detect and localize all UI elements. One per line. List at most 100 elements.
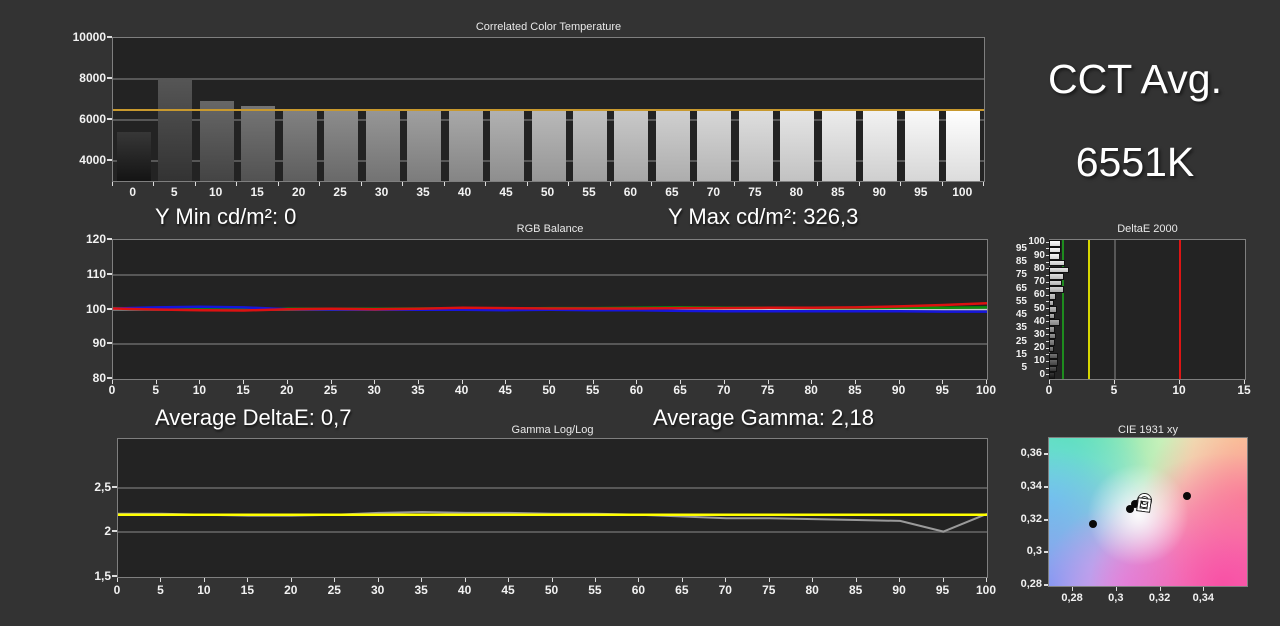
deltae-y-tick-label: 5: [1007, 362, 1027, 373]
cie-chart-title: CIE 1931 xy: [1048, 424, 1248, 436]
axis-tick-mark: [1244, 380, 1245, 384]
axis-tick-mark: [1046, 341, 1049, 342]
cie-chromaticity-background: [1049, 438, 1247, 586]
cct-bar: [780, 111, 814, 181]
cie-y-tick-label: 0,32: [1006, 513, 1042, 525]
axis-tick-mark: [943, 578, 944, 582]
gamma-x-tick-label: 30: [363, 583, 393, 597]
deltae-y-tick-label: 30: [1025, 329, 1045, 340]
cct-x-tick-label: 25: [325, 185, 355, 199]
cct-chart-plot: [112, 37, 985, 182]
deltae-bar: [1050, 340, 1054, 345]
cct-x-tick-label: 5: [159, 185, 189, 199]
rgb-x-tick-label: 60: [621, 383, 651, 397]
cct-y-tick-label: 4000: [58, 153, 106, 167]
gamma-y-tick-label: 2,5: [63, 480, 111, 494]
rgb-x-tick-label: 65: [665, 383, 695, 397]
axis-tick-mark: [1046, 288, 1049, 289]
axis-tick-mark: [855, 380, 856, 384]
deltae-y-tick-label: 80: [1025, 263, 1045, 274]
axis-tick-mark: [1044, 551, 1048, 553]
axis-tick-mark: [107, 308, 112, 310]
axis-tick-mark: [1072, 587, 1073, 591]
axis-tick-mark: [1046, 295, 1049, 296]
rgb-y-tick-label: 120: [58, 232, 106, 246]
cct-x-tick-label: 65: [657, 185, 687, 199]
axis-tick-mark: [595, 578, 596, 582]
deltae-y-tick-label: 85: [1007, 256, 1027, 267]
rgb-y-tick-label: 100: [58, 302, 106, 316]
axis-tick-mark: [334, 578, 335, 582]
deltae-gridline: [1114, 240, 1116, 379]
axis-tick-mark: [1044, 486, 1048, 488]
cct-x-tick-label: 30: [367, 185, 397, 199]
gamma-x-tick-label: 100: [971, 583, 1001, 597]
axis-tick-mark: [1179, 380, 1180, 384]
cct-bar: [200, 101, 234, 181]
cct-bar: [614, 110, 648, 181]
rgb-x-tick-label: 15: [228, 383, 258, 397]
rgb-x-tick-label: 80: [796, 383, 826, 397]
gamma-x-tick-label: 5: [145, 583, 175, 597]
axis-tick-mark: [651, 182, 652, 186]
axis-tick-mark: [682, 578, 683, 582]
axis-tick-mark: [859, 182, 860, 186]
axis-tick-mark: [278, 182, 279, 186]
axis-tick-mark: [112, 530, 117, 532]
rgb-y-tick-label: 90: [58, 336, 106, 350]
deltae-y-tick-label: 25: [1007, 336, 1027, 347]
cct-x-tick-label: 45: [491, 185, 521, 199]
axis-tick-mark: [725, 578, 726, 582]
deltae-y-tick-label: 70: [1025, 276, 1045, 287]
deltae-bar: [1050, 320, 1059, 325]
cct-y-tick-label: 8000: [58, 71, 106, 85]
axis-tick-mark: [942, 182, 943, 186]
axis-tick-mark: [1046, 361, 1049, 362]
cct-bar: [241, 106, 275, 181]
axis-tick-mark: [568, 182, 569, 186]
gamma-x-tick-label: 70: [710, 583, 740, 597]
gamma-x-tick-label: 0: [102, 583, 132, 597]
deltae-y-tick-label: 60: [1025, 289, 1045, 300]
axis-tick-mark: [1046, 242, 1049, 243]
cie-y-tick-label: 0,34: [1006, 480, 1042, 492]
axis-tick-mark: [1046, 262, 1049, 263]
gamma-y-tick-label: 1,5: [63, 569, 111, 583]
axis-tick-mark: [1160, 587, 1161, 591]
rgb-x-tick-label: 40: [447, 383, 477, 397]
cct-x-tick-label: 20: [284, 185, 314, 199]
cct-bar: [117, 132, 151, 181]
axis-tick-mark: [942, 380, 943, 384]
cct-average-value: 6551K: [1015, 139, 1255, 186]
axis-tick-mark: [1044, 453, 1048, 455]
deltae-y-tick-label: 95: [1007, 243, 1027, 254]
cct-average-label: CCT Avg.: [1015, 56, 1255, 103]
axis-tick-mark: [112, 486, 117, 488]
axis-tick-mark: [899, 578, 900, 582]
deltae-y-tick-label: 40: [1025, 316, 1045, 327]
axis-tick-mark: [1049, 380, 1050, 384]
axis-tick-mark: [549, 380, 550, 384]
axis-tick-mark: [1044, 584, 1048, 586]
axis-tick-mark: [610, 182, 611, 186]
axis-tick-mark: [856, 578, 857, 582]
axis-tick-mark: [107, 273, 112, 275]
axis-tick-mark: [112, 575, 117, 577]
axis-tick-mark: [243, 380, 244, 384]
axis-tick-mark: [204, 578, 205, 582]
axis-tick-mark: [291, 578, 292, 582]
axis-tick-mark: [552, 578, 553, 582]
gamma-x-tick-label: 90: [884, 583, 914, 597]
deltae-bar: [1050, 301, 1053, 306]
deltae-y-tick-label: 10: [1025, 355, 1045, 366]
deltae-bar: [1050, 254, 1059, 259]
deltae-yellow-threshold-line: [1088, 240, 1090, 379]
cct-x-tick-label: 80: [781, 185, 811, 199]
deltae-y-tick-label: 75: [1007, 269, 1027, 280]
axis-tick-mark: [776, 182, 777, 186]
deltae-y-tick-label: 45: [1007, 309, 1027, 320]
axis-tick-mark: [418, 380, 419, 384]
axis-tick-mark: [1046, 255, 1049, 256]
deltae-y-tick-label: 0: [1025, 369, 1045, 380]
deltae-bar: [1050, 373, 1054, 378]
